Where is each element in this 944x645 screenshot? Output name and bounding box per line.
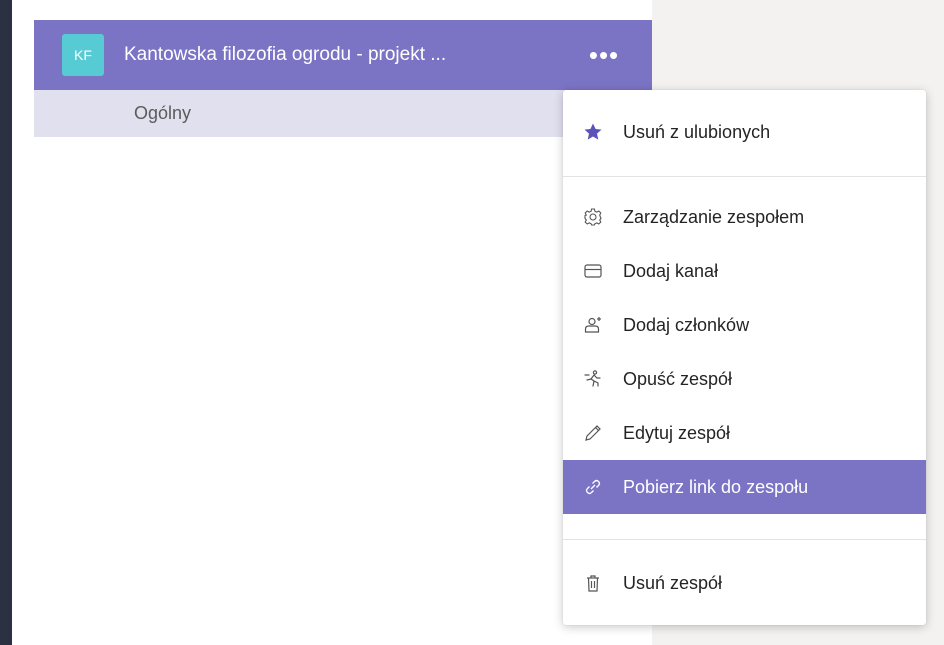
- menu-item-label: Opuść zespół: [623, 368, 733, 389]
- menu-item-label: Pobierz link do zespołu: [623, 476, 809, 497]
- app-rail: [0, 0, 12, 645]
- team-name: Kantowska filozofia ogrodu - projekt ...: [124, 44, 447, 65]
- menu-item-add-channel[interactable]: Dodaj kanał: [563, 244, 926, 298]
- menu-item-edit-team[interactable]: Edytuj zespół: [563, 406, 926, 460]
- channel-label: Ogólny: [134, 103, 192, 123]
- add-person-icon: [583, 315, 603, 335]
- pencil-icon: [583, 423, 603, 443]
- menu-item-delete-team[interactable]: Usuń zespół: [563, 556, 926, 610]
- channel-item-general[interactable]: Ogólny: [34, 90, 652, 137]
- menu-item-label: Edytuj zespół: [623, 422, 731, 443]
- gear-icon: [583, 207, 603, 227]
- link-icon: [583, 477, 603, 497]
- menu-item-label: Dodaj członków: [623, 314, 750, 335]
- more-options-button[interactable]: •••: [586, 20, 622, 90]
- team-header[interactable]: KF Kantowska filozofia ogrodu - projekt …: [34, 20, 652, 90]
- menu-item-label: Usuń zespół: [623, 572, 723, 593]
- menu-item-leave-team[interactable]: Opuść zespół: [563, 352, 926, 406]
- menu-item-manage-team[interactable]: Zarządzanie zespołem: [563, 190, 926, 244]
- menu-divider: [563, 539, 926, 540]
- menu-item-label: Usuń z ulubionych: [623, 121, 771, 142]
- leave-icon: [583, 369, 603, 389]
- menu-item-label: Zarządzanie zespołem: [623, 206, 805, 227]
- menu-divider: [563, 176, 926, 177]
- menu-item-get-link[interactable]: Pobierz link do zespołu: [563, 460, 926, 514]
- trash-icon: [583, 573, 603, 593]
- team-avatar: KF: [62, 34, 104, 76]
- team-context-menu: Usuń z ulubionych Zarządzanie zespołem D…: [563, 90, 926, 625]
- menu-item-remove-favorite[interactable]: Usuń z ulubionych: [563, 105, 926, 159]
- star-icon: [583, 122, 603, 142]
- channel-icon: [583, 261, 603, 281]
- menu-item-label: Dodaj kanał: [623, 260, 719, 281]
- menu-item-add-members[interactable]: Dodaj członków: [563, 298, 926, 352]
